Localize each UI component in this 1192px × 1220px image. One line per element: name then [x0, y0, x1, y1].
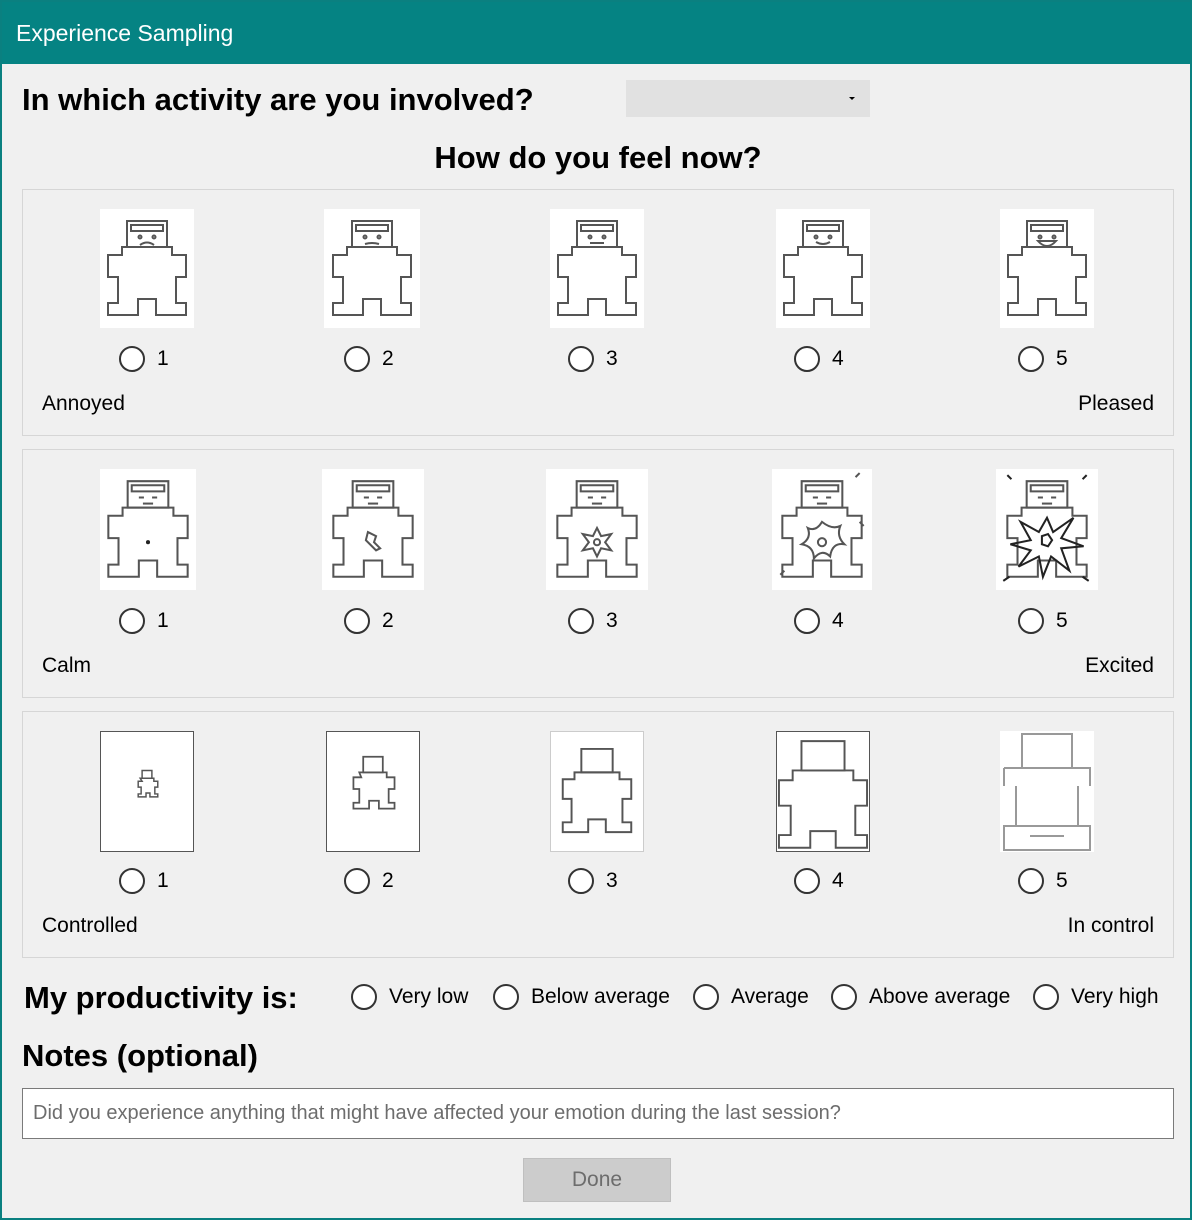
done-button[interactable]: Done: [523, 1158, 671, 1202]
valence-left-anchor: Annoyed: [42, 392, 125, 415]
arousal-left-anchor: Calm: [42, 654, 92, 677]
dominance-label-4: 4: [832, 869, 844, 892]
chevron-down-icon: [849, 97, 855, 100]
dominance-label-5: 5: [1056, 869, 1068, 892]
arousal-figure-2-icon: [322, 469, 424, 590]
valence-figure-2-icon: [324, 209, 420, 328]
valence-figure-1-icon: [100, 209, 194, 328]
arousal-option-3[interactable]: 3: [568, 608, 618, 634]
productivity-option-very-low[interactable]: Very low: [351, 984, 468, 1010]
dominance-figure-2-icon: [326, 731, 420, 852]
productivity-option-very-high[interactable]: Very high: [1033, 984, 1159, 1010]
productivity-label-average: Average: [731, 985, 809, 1008]
arousal-radio-1[interactable]: [119, 608, 145, 634]
dominance-radio-1[interactable]: [119, 868, 145, 894]
title-bar: Experience Sampling: [2, 2, 1190, 64]
arousal-option-1[interactable]: 1: [119, 608, 169, 634]
arousal-radio-5[interactable]: [1018, 608, 1044, 634]
valence-label-4: 4: [832, 347, 844, 370]
valence-radio-1[interactable]: [119, 346, 145, 372]
valence-option-4[interactable]: 4: [794, 346, 844, 372]
dominance-label-1: 1: [157, 869, 169, 892]
arousal-label-4: 4: [832, 609, 844, 632]
arousal-label-1: 1: [157, 609, 169, 632]
valence-radio-5[interactable]: [1018, 346, 1044, 372]
productivity-option-average[interactable]: Average: [693, 984, 809, 1010]
dominance-radio-2[interactable]: [344, 868, 370, 894]
arousal-option-5[interactable]: 5: [1018, 608, 1068, 634]
arousal-radio-3[interactable]: [568, 608, 594, 634]
productivity-label-above-average: Above average: [869, 985, 1011, 1008]
valence-radio-4[interactable]: [794, 346, 820, 372]
notes-input[interactable]: [22, 1088, 1174, 1139]
dominance-scale-panel: 1 2 3 4 5 Controlled In control: [22, 711, 1174, 958]
productivity-radio-average[interactable]: [693, 984, 719, 1010]
activity-question: In which activity are you involved?: [22, 82, 534, 117]
feel-question: How do you feel now?: [434, 140, 762, 175]
arousal-radio-4[interactable]: [794, 608, 820, 634]
arousal-figure-5-icon: [996, 469, 1098, 590]
dominance-option-4[interactable]: 4: [794, 868, 844, 894]
dominance-label-2: 2: [382, 869, 394, 892]
productivity-question: My productivity is:: [24, 980, 298, 1015]
arousal-radio-2[interactable]: [344, 608, 370, 634]
valence-figure-4-icon: [776, 209, 870, 328]
experience-sampling-window: Experience Sampling In which activity ar…: [0, 0, 1192, 1220]
valence-figure-3-icon: [550, 209, 644, 328]
dominance-radio-3[interactable]: [568, 868, 594, 894]
activity-dropdown[interactable]: [626, 80, 870, 117]
valence-option-5[interactable]: 5: [1018, 346, 1068, 372]
productivity-radio-above-average[interactable]: [831, 984, 857, 1010]
valence-label-5: 5: [1056, 347, 1068, 370]
valence-radio-3[interactable]: [568, 346, 594, 372]
arousal-figure-4-icon: [772, 469, 872, 590]
arousal-option-2[interactable]: 2: [344, 608, 394, 634]
productivity-radio-very-low[interactable]: [351, 984, 377, 1010]
window-title: Experience Sampling: [16, 20, 234, 46]
productivity-label-very-high: Very high: [1071, 985, 1159, 1008]
valence-scale-panel: 1 2 3 4 5 Annoyed Pleased: [22, 189, 1174, 436]
dominance-option-1[interactable]: 1: [119, 868, 169, 894]
arousal-label-5: 5: [1056, 609, 1068, 632]
productivity-label-below-average: Below average: [531, 985, 670, 1008]
arousal-label-2: 2: [382, 609, 394, 632]
productivity-option-below-average[interactable]: Below average: [493, 984, 670, 1010]
dominance-radio-5[interactable]: [1018, 868, 1044, 894]
dominance-option-3[interactable]: 3: [568, 868, 618, 894]
valence-figure-5-icon: [1000, 209, 1094, 328]
arousal-right-anchor: Excited: [1085, 654, 1154, 677]
dominance-label-3: 3: [606, 869, 618, 892]
valence-label-3: 3: [606, 347, 618, 370]
valence-option-2[interactable]: 2: [344, 346, 394, 372]
dominance-figure-3-icon: [550, 731, 644, 852]
valence-label-1: 1: [157, 347, 169, 370]
dominance-figure-4-icon: [776, 731, 870, 852]
arousal-figure-3-icon: [546, 469, 648, 590]
productivity-label-very-low: Very low: [389, 985, 469, 1008]
arousal-scale-panel: 1 2 3 4 5 Calm Excited: [22, 449, 1174, 698]
arousal-figure-1-icon: [100, 469, 196, 590]
productivity-radio-below-average[interactable]: [493, 984, 519, 1010]
arousal-label-3: 3: [606, 609, 618, 632]
valence-label-2: 2: [382, 347, 394, 370]
valence-right-anchor: Pleased: [1078, 392, 1154, 415]
dominance-option-2[interactable]: 2: [344, 868, 394, 894]
valence-option-1[interactable]: 1: [119, 346, 169, 372]
productivity-radio-very-high[interactable]: [1033, 984, 1059, 1010]
dominance-radio-4[interactable]: [794, 868, 820, 894]
notes-question: Notes (optional): [22, 1038, 258, 1073]
dominance-figure-5-icon: [1000, 731, 1094, 852]
arousal-option-4[interactable]: 4: [794, 608, 844, 634]
dominance-left-anchor: Controlled: [42, 914, 138, 937]
dominance-option-5[interactable]: 5: [1018, 868, 1068, 894]
valence-radio-2[interactable]: [344, 346, 370, 372]
productivity-option-above-average[interactable]: Above average: [831, 984, 1010, 1010]
valence-option-3[interactable]: 3: [568, 346, 618, 372]
dominance-figure-1-icon: [100, 731, 194, 852]
dominance-right-anchor: In control: [1067, 914, 1154, 937]
